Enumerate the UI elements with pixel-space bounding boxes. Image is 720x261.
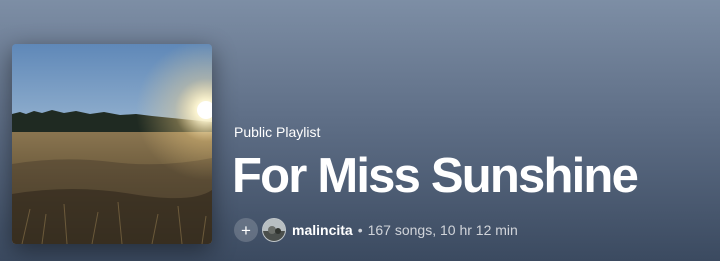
playlist-info: Public Playlist For Miss Sunshine + mali… (232, 0, 720, 261)
playlist-meta: + malincita • 167 songs, 10 hr 12 min (234, 217, 518, 243)
meta-separator: • (357, 222, 363, 238)
owner-avatar[interactable] (262, 218, 286, 242)
add-collaborator-button[interactable]: + (234, 218, 258, 242)
playlist-type-label: Public Playlist (234, 124, 321, 140)
owner-link[interactable]: malincita (292, 222, 353, 238)
playlist-stats: 167 songs, 10 hr 12 min (367, 222, 518, 238)
sunset-field-cover (12, 44, 212, 244)
playlist-cover-image[interactable] (12, 44, 212, 244)
plus-icon: + (241, 220, 251, 240)
avatar-image (263, 219, 285, 241)
playlist-header: Public Playlist For Miss Sunshine + mali… (0, 0, 720, 261)
playlist-title[interactable]: For Miss Sunshine (232, 146, 639, 206)
